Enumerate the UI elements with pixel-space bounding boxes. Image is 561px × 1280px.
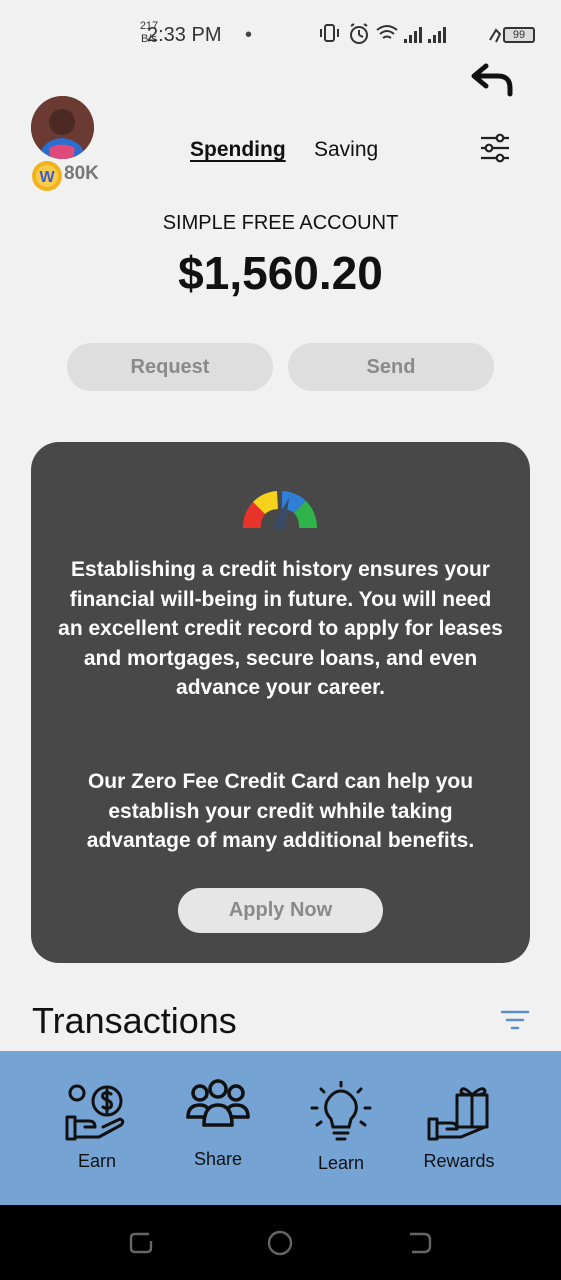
- share-icon: [186, 1079, 250, 1127]
- back-arrow-icon[interactable]: [470, 62, 516, 98]
- nav-label-earn: Earn: [77, 1151, 117, 1171]
- status-bar: 2:33 PM • 217 B/s 99: [0, 0, 561, 68]
- learn-icon: [310, 1081, 372, 1141]
- back-nav-icon[interactable]: [406, 1229, 434, 1257]
- home-icon[interactable]: [266, 1229, 294, 1257]
- apply-now-button[interactable]: Apply Now: [178, 888, 383, 933]
- transactions-title: Transactions: [32, 1000, 237, 1041]
- battery-indicator: 99: [503, 27, 535, 43]
- account-balance: $1,560.20: [178, 247, 383, 299]
- system-navigation-bar: [0, 1205, 561, 1280]
- alarm-icon: [350, 23, 368, 44]
- promo-paragraph-2: Our Zero Fee Credit Card can help you es…: [86, 770, 475, 853]
- nav-label-share: Share: [193, 1149, 243, 1169]
- filter-icon[interactable]: [500, 1009, 530, 1031]
- charging-icon: [489, 28, 502, 43]
- recent-apps-icon[interactable]: [127, 1229, 155, 1257]
- account-name: SIMPLE FREE ACCOUNT: [162, 212, 399, 234]
- profile-avatar[interactable]: [31, 96, 94, 159]
- request-button[interactable]: Request: [67, 343, 273, 391]
- status-notification-dot: •: [245, 24, 253, 46]
- nav-item-rewards[interactable]: Rewards: [404, 1051, 514, 1205]
- nav-item-share[interactable]: Share: [163, 1051, 273, 1205]
- nav-label-learn: Learn: [317, 1153, 365, 1173]
- earn-icon: [65, 1084, 125, 1141]
- vibrate-icon: [320, 24, 339, 42]
- network-speed-value: 217: [139, 20, 159, 32]
- nav-item-earn[interactable]: Earn: [42, 1051, 152, 1205]
- coin-letter: W: [39, 169, 55, 186]
- send-button[interactable]: Send: [288, 343, 494, 391]
- tab-spending[interactable]: Spending: [190, 138, 286, 162]
- nav-label-rewards: Rewards: [423, 1151, 495, 1171]
- coin-badge-icon: W: [32, 161, 62, 191]
- settings-sliders-icon[interactable]: [478, 132, 512, 164]
- signal-icon: [404, 27, 446, 43]
- avatar-portrait: [31, 96, 94, 159]
- coin-count: 80K: [64, 163, 99, 184]
- network-speed-unit: B/s: [141, 33, 157, 45]
- nav-item-learn[interactable]: Learn: [286, 1051, 396, 1205]
- promo-paragraph-1: Establishing a credit history ensures yo…: [58, 558, 503, 700]
- network-speed: 217 B/s: [136, 20, 162, 46]
- credit-gauge-icon: [242, 491, 318, 530]
- wifi-icon: [376, 25, 398, 39]
- bottom-navigation: Earn Share Learn Rewards: [0, 1051, 561, 1205]
- tab-saving[interactable]: Saving: [314, 138, 378, 162]
- credit-card-promo: Establishing a credit history ensures yo…: [31, 442, 530, 963]
- rewards-icon: [427, 1087, 489, 1141]
